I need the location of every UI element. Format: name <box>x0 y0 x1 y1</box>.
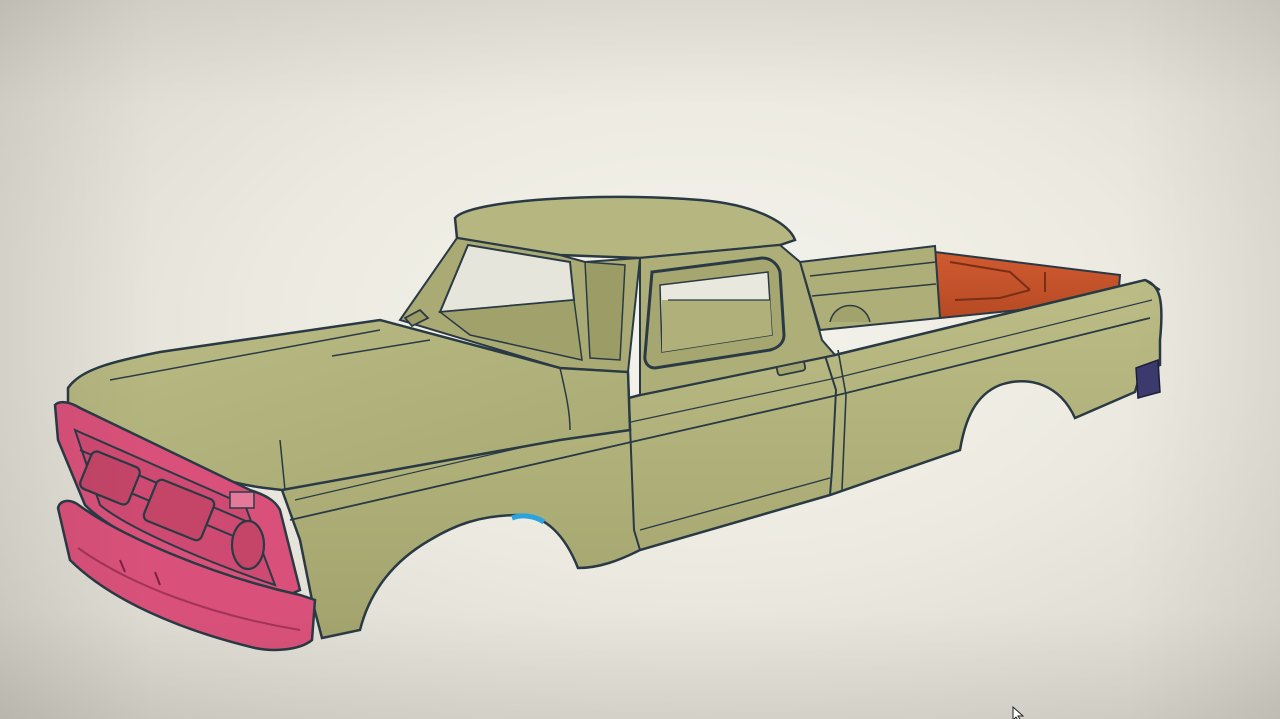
truck-bed[interactable] <box>798 244 942 332</box>
pickup-truck-model[interactable] <box>0 0 1280 719</box>
mouse-cursor-icon <box>1012 706 1025 719</box>
cad-viewport[interactable] <box>0 0 1280 719</box>
front-wheel-well-accent <box>511 513 546 525</box>
